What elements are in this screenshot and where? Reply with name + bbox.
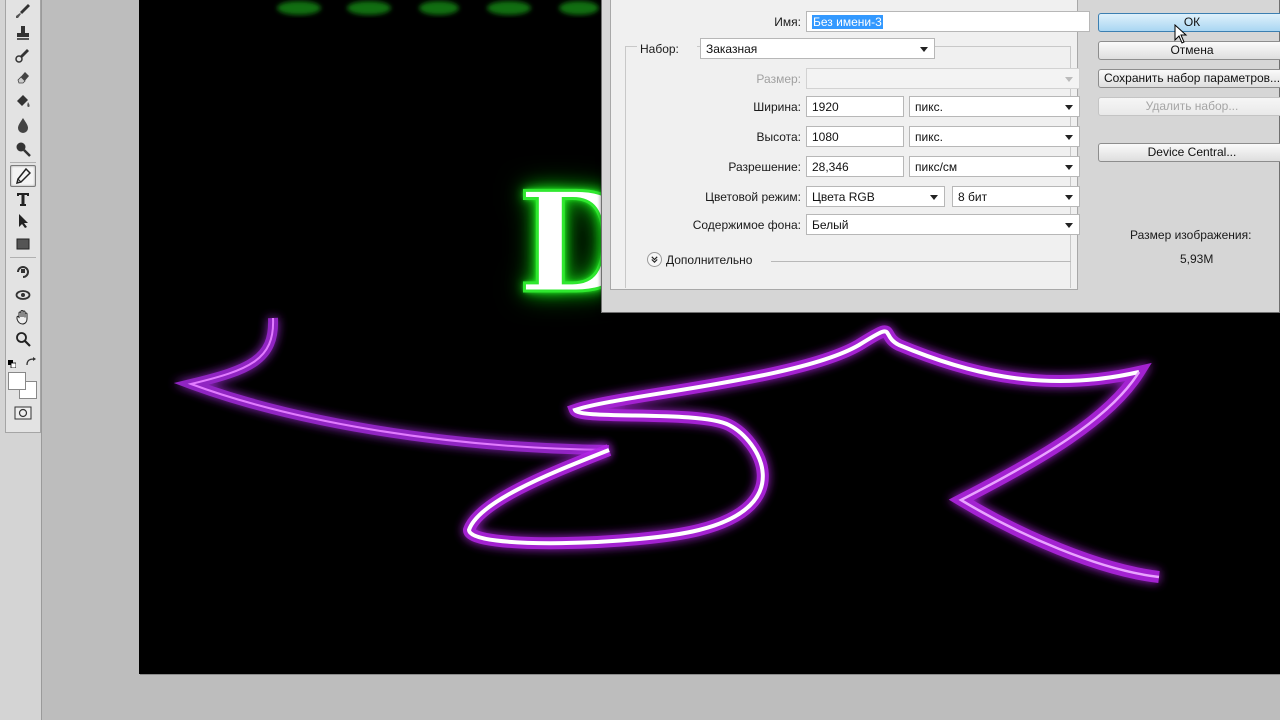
dialog-settings-panel: Имя: Без имени-3 Набор: Заказная Размер:… (610, 0, 1090, 290)
history-brush-icon[interactable] (10, 44, 36, 66)
new-document-dialog: Имя: Без имени-3 Набор: Заказная Размер:… (601, 0, 1280, 313)
rectangle-shape-icon[interactable] (10, 233, 36, 255)
foreground-color-swatch[interactable] (8, 372, 26, 390)
bit-depth-select[interactable]: 8 бит (952, 186, 1080, 207)
tools-panel (0, 0, 42, 720)
color-mode-label: Цветовой режим: (705, 190, 801, 204)
name-field[interactable]: Без имени-3 (806, 11, 1090, 32)
hand-icon[interactable] (10, 306, 36, 328)
tools-divider (10, 162, 36, 163)
ok-button[interactable]: ОК (1098, 13, 1280, 32)
color-mode-select[interactable]: Цвета RGB (806, 186, 945, 207)
quick-mask-icon[interactable] (14, 406, 32, 420)
width-label: Ширина: (753, 100, 801, 114)
height-unit-select[interactable]: пикс. (909, 126, 1080, 147)
chevron-down-icon[interactable] (647, 252, 662, 267)
cancel-button[interactable]: Отмена (1098, 41, 1280, 60)
advanced-toggle[interactable]: Дополнительно (647, 252, 752, 267)
photoshop-window: D Имя: Без имени-3 Набор: Заказная Разме… (0, 0, 1280, 720)
width-field[interactable]: 1920 (806, 96, 904, 117)
advanced-divider (771, 261, 1071, 262)
preset-select[interactable]: Заказная (700, 38, 935, 59)
save-preset-button[interactable]: Сохранить набор параметров... (1098, 69, 1280, 88)
resolution-unit-select[interactable]: пикс/см (909, 156, 1080, 177)
brush-icon[interactable] (10, 0, 36, 22)
background-contents-select[interactable]: Белый (806, 214, 1080, 235)
image-size-value: 5,93M (1180, 252, 1214, 266)
zoom-icon[interactable] (10, 328, 36, 350)
background-contents-label: Содержимое фона: (692, 218, 801, 232)
resolution-label: Разрешение: (728, 160, 801, 174)
preset-label: Набор: (637, 42, 697, 56)
3d-orbit-icon[interactable] (10, 284, 36, 306)
neon-stroke-left (173, 317, 610, 455)
size-label: Размер: (756, 72, 801, 86)
paint-bucket-icon[interactable] (10, 90, 36, 112)
device-central-button[interactable]: Device Central... (1098, 143, 1280, 162)
swap-colors-icon[interactable] (25, 354, 37, 366)
width-unit-select[interactable]: пикс. (909, 96, 1080, 117)
dodge-icon[interactable] (10, 138, 36, 160)
tools-divider (10, 257, 36, 258)
path-selection-icon[interactable] (10, 210, 36, 232)
type-icon[interactable] (10, 188, 36, 210)
blur-icon[interactable] (10, 114, 36, 136)
height-label: Высота: (756, 130, 801, 144)
3d-rotate-icon[interactable] (10, 260, 36, 282)
height-field[interactable]: 1080 (806, 126, 904, 147)
neon-text-glow-remnant (277, 1, 639, 15)
clone-stamp-icon[interactable] (10, 22, 36, 44)
name-label: Имя: (774, 15, 801, 29)
size-select[interactable] (806, 68, 1080, 89)
resolution-field[interactable]: 28,346 (806, 156, 904, 177)
mouse-cursor-icon (1174, 24, 1188, 44)
advanced-label: Дополнительно (666, 252, 753, 267)
default-colors-icon[interactable] (8, 355, 17, 369)
image-size-label: Размер изображения: (1130, 228, 1252, 242)
pen-icon[interactable] (10, 165, 36, 187)
eraser-icon[interactable] (10, 66, 36, 88)
name-field-value: Без имени-3 (812, 15, 883, 29)
delete-preset-button[interactable]: Удалить набор... (1098, 97, 1280, 116)
